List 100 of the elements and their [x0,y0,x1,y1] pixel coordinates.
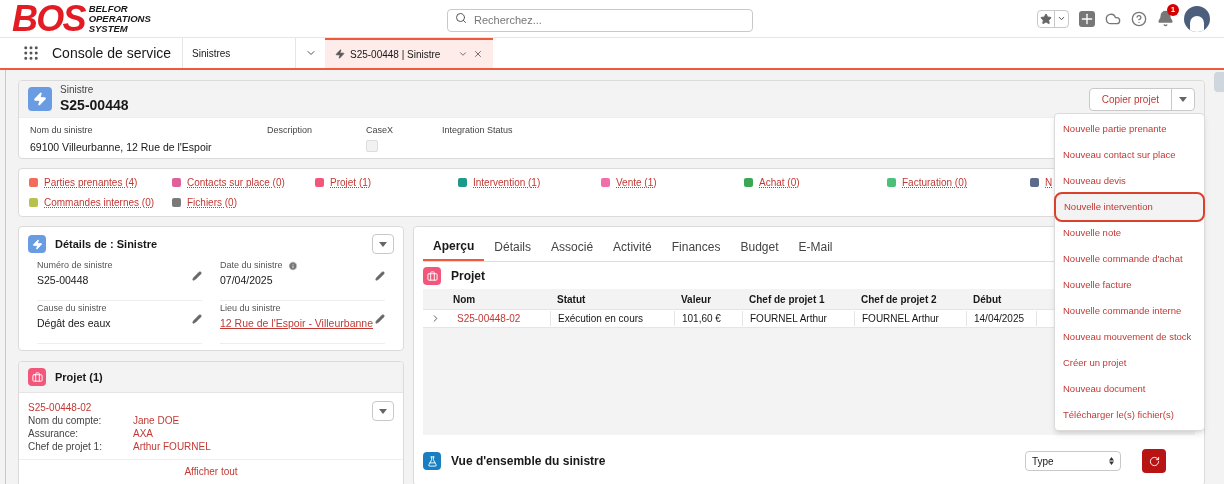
related-list-link[interactable]: Facturation (0) [902,175,968,190]
field-link[interactable]: Jane DOE [133,414,180,427]
column-header: Chef de projet 1 [749,292,826,307]
field-link[interactable]: Arthur FOURNEL [133,440,211,453]
edit-icon[interactable] [192,314,202,324]
field-label: Chef de projet 1: [28,440,103,453]
tab[interactable]: E-Mail [788,233,843,261]
scroll-handle[interactable] [1214,72,1224,92]
caret-icon [379,241,387,247]
star-icon [1040,12,1052,25]
view-all-link[interactable]: Afficher tout [184,464,238,479]
related-list-link[interactable]: Fichiers (0) [187,195,237,210]
menu-item[interactable]: Télécharger le(s) fichier(s) [1055,402,1204,428]
field-value: Dégât des eaux [37,315,112,331]
notifications-icon[interactable] [1157,10,1174,27]
project-link[interactable]: S25-00448-02 [447,311,551,326]
menu-item[interactable]: Nouveau contact sur place [1055,142,1204,168]
record-name: S25-00448 [60,96,129,114]
menu-item[interactable]: Nouveau mouvement de stock [1055,324,1204,350]
related-list-link[interactable]: Vente (1) [616,175,657,190]
field-link[interactable]: 12 Rue de l'Espoir - Villeurbanne [220,315,375,332]
field-label: Date du sinistre [220,259,283,272]
flask-icon [423,452,441,470]
notification-count: 1 [1167,4,1179,16]
lightning-icon [28,87,52,111]
tab[interactable]: Aperçu [423,233,485,261]
dropdown-button[interactable] [372,401,394,421]
menu-item[interactable]: Nouvelle commande d'achat [1055,246,1204,272]
field-label: Cause du sinistre [37,302,107,315]
menu-item[interactable]: Nouveau document [1055,376,1204,402]
caret-icon [1057,14,1066,23]
related-list-link[interactable]: Commandes internes (0) [44,195,155,210]
help-icon[interactable] [1131,10,1147,27]
app-launcher-icon[interactable] [22,44,40,62]
menu-item[interactable]: Nouveau devis [1055,168,1204,194]
table-cell: 14/04/2025 [967,311,1037,326]
tab[interactable]: Finances [661,233,731,261]
tab[interactable]: Détails [484,233,542,261]
sort-icon [1109,457,1114,465]
record-tab[interactable]: S25-00448 | Sinistre [325,38,493,68]
menu-item[interactable]: Nouvelle intervention [1056,194,1203,220]
table-cell: 101,60 € [675,311,743,326]
edit-icon[interactable] [192,271,202,281]
menu-item[interactable]: Créer un projet [1055,350,1204,376]
caret-icon [1179,96,1187,102]
field-label: Lieu du sinistre [220,302,281,315]
field-value: 69100 Villeurbanne, 12 Rue de l'Espoir [30,139,213,155]
column-header: Statut [557,292,587,307]
related-list-link[interactable]: Intervention (1) [473,175,541,190]
briefcase-icon [423,267,441,285]
dropdown-button[interactable] [372,234,394,254]
related-list-link[interactable]: N [1045,175,1053,190]
edit-icon[interactable] [375,271,385,281]
avatar[interactable] [1184,5,1210,32]
app-name: Console de service [52,43,173,63]
card-title: Détails de : Sinistre [55,236,158,252]
search-icon [455,12,467,24]
record-type: Sinistre [60,84,95,97]
refresh-button[interactable] [1142,449,1166,473]
menu-item[interactable]: Nouvelle note [1055,220,1204,246]
related-list-link[interactable]: Achat (0) [759,175,800,190]
menu-item[interactable]: Nouvelle commande interne [1055,298,1204,324]
edit-icon[interactable] [375,314,385,324]
logo-text: BELFOR OPERATIONS SYSTEM [88,3,151,34]
tab[interactable]: Associé [541,233,604,261]
tab[interactable]: Activité [603,233,662,261]
menu-item[interactable]: Nouvelle partie prenante [1055,116,1204,142]
field-value: S25-00448 [37,272,90,288]
column-header: Valeur [681,292,713,307]
info-icon [287,260,298,271]
caret-icon [379,408,387,414]
related-list-link[interactable]: Contacts sur place (0) [187,175,285,190]
field-value: 07/04/2025 [220,272,274,288]
chevron-icon[interactable] [458,49,468,59]
tab[interactable]: Budget [730,233,789,261]
refresh-icon [1148,455,1160,467]
add-icon[interactable] [1079,10,1095,27]
related-list-link[interactable]: Projet (1) [330,175,372,190]
type-select[interactable]: Type [1025,451,1121,471]
field-label: CaseX [366,124,394,137]
search-field[interactable]: Recherchez... [447,8,753,32]
related-list-link[interactable]: Parties prenantes (4) [44,175,138,190]
field-label: Integration Status [442,124,514,137]
field-label: Description [267,124,314,137]
column-header: Début [973,292,1003,307]
menu-item[interactable]: Nouvelle facture [1055,272,1204,298]
field-label: Nom du sinistre [30,124,94,137]
field-label: Numéro de sinistre [37,259,113,272]
field-link[interactable]: AXA [133,427,153,440]
field-label: Nom du compte: [28,414,103,427]
lightning-icon [335,49,345,59]
close-icon[interactable] [473,49,483,59]
card-title: Projet (1) [55,369,103,385]
section-title: Vue d'ensemble du sinistre [451,453,606,470]
favorites-button[interactable] [1037,9,1069,28]
table-cell: FOURNEL Arthur [855,311,967,326]
briefcase-icon [28,368,46,386]
project-link[interactable]: S25-00448-02 [28,401,372,414]
section-title: Projet [451,268,485,285]
logo-mark: BOS [12,0,85,37]
